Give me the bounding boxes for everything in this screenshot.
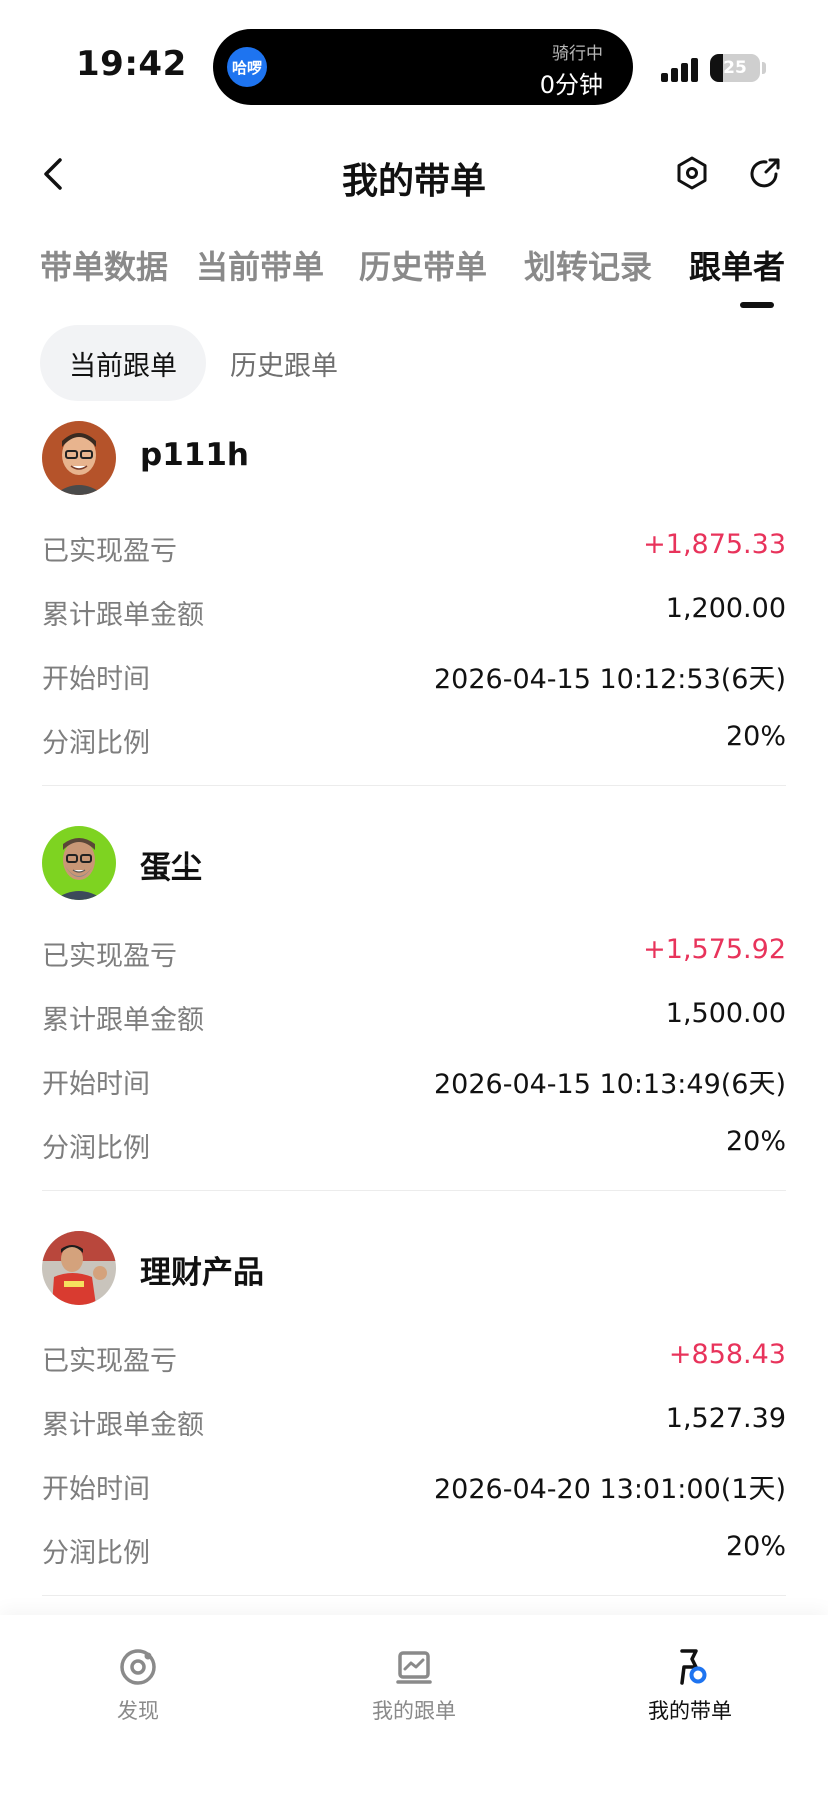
hexagon-settings-icon[interactable] [672, 152, 712, 196]
total-value: 1,500.00 [665, 998, 786, 1029]
subtab-current-follow[interactable]: 当前跟单 [40, 325, 206, 401]
total-row: 累计跟单金额 1,500.00 [42, 998, 786, 1038]
share-row: 分润比例 20% [42, 721, 786, 761]
avatar [42, 1231, 116, 1305]
pnl-label: 已实现盈亏 [42, 1346, 177, 1377]
divider [42, 1595, 786, 1596]
subtab-history-follow[interactable]: 历史跟单 [230, 325, 338, 401]
battery-icon: 25 [710, 54, 760, 82]
start-label: 开始时间 [42, 1474, 150, 1505]
total-label: 累计跟单金额 [42, 600, 204, 631]
start-label: 开始时间 [42, 1069, 150, 1100]
follower-name: 蛋尘 [140, 850, 202, 886]
share-label: 分润比例 [42, 1133, 150, 1164]
tab-followers[interactable]: 跟单者 [689, 242, 785, 288]
dynamic-island[interactable]: 哈啰 骑行中 0分钟 [213, 29, 633, 105]
battery-cap [762, 62, 766, 74]
start-row: 开始时间 2026-04-15 10:13:49(6天) [42, 1062, 786, 1102]
island-ride-status: 骑行中 [552, 44, 603, 64]
tab-history-trades[interactable]: 历史带单 [359, 242, 487, 288]
start-value: 2026-04-15 10:12:53(6天) [433, 664, 786, 695]
nav-my-lead[interactable]: 我的带单 [610, 1647, 770, 1725]
tab-current-trades[interactable]: 当前带单 [196, 242, 324, 288]
pnl-value: +1,575.92 [643, 934, 786, 965]
pnl-row: 已实现盈亏 +858.43 [42, 1339, 786, 1379]
follower-card[interactable]: 理财产品 已实现盈亏 +858.43 累计跟单金额 1,527.39 开始时间 … [42, 1231, 786, 1611]
start-value: 2026-04-20 13:01:00(1天) [433, 1474, 786, 1505]
follower-card[interactable]: 蛋尘 已实现盈亏 +1,575.92 累计跟单金额 1,500.00 开始时间 … [42, 826, 786, 1206]
status-bar: 19:42 哈啰 骑行中 0分钟 25 [0, 0, 828, 110]
share-row: 分润比例 20% [42, 1531, 786, 1571]
total-label: 累计跟单金额 [42, 1005, 204, 1036]
divider [42, 785, 786, 786]
follower-name: 理财产品 [140, 1255, 264, 1291]
active-tab-indicator [740, 302, 774, 308]
battery-level: 25 [723, 58, 747, 78]
total-row: 累计跟单金额 1,200.00 [42, 593, 786, 633]
pnl-label: 已实现盈亏 [42, 536, 177, 567]
total-label: 累计跟单金额 [42, 1410, 204, 1441]
nav-discover[interactable]: 发现 [58, 1647, 218, 1725]
share-value: 20% [725, 1126, 786, 1157]
share-arrow-icon[interactable] [746, 152, 786, 196]
avatar [42, 421, 116, 495]
pnl-row: 已实现盈亏 +1,875.33 [42, 529, 786, 569]
start-row: 开始时间 2026-04-15 10:12:53(6天) [42, 657, 786, 697]
flag-badge-icon [670, 1647, 710, 1687]
start-label: 开始时间 [42, 664, 150, 695]
start-value: 2026-04-15 10:13:49(6天) [433, 1069, 786, 1100]
tab-bar: 带单数据 当前带单 历史带单 划转记录 跟单者 [0, 230, 828, 310]
nav-discover-label: 发现 [117, 1699, 159, 1723]
pnl-label: 已实现盈亏 [42, 941, 177, 972]
hellobike-app-icon: 哈啰 [227, 47, 267, 87]
signal-icon [661, 56, 701, 82]
nav-my-follow[interactable]: 我的跟单 [334, 1647, 494, 1725]
pnl-row: 已实现盈亏 +1,575.92 [42, 934, 786, 974]
follower-card[interactable]: p111h 已实现盈亏 +1,875.33 累计跟单金额 1,200.00 开始… [42, 421, 786, 801]
share-value: 20% [725, 1531, 786, 1562]
discover-icon [118, 1647, 158, 1687]
total-value: 1,527.39 [665, 1403, 786, 1434]
share-label: 分润比例 [42, 728, 150, 759]
tab-copy-trade-data[interactable]: 带单数据 [40, 242, 168, 288]
tab-transfer-records[interactable]: 划转记录 [524, 242, 652, 288]
bottom-nav: 发现 我的跟单 我的带单 [0, 1615, 828, 1801]
nav-header: 我的带单 [0, 130, 828, 220]
pnl-value: +858.43 [668, 1339, 786, 1370]
nav-my-follow-label: 我的跟单 [372, 1699, 456, 1723]
avatar [42, 826, 116, 900]
divider [42, 1190, 786, 1191]
status-time: 19:42 [76, 44, 187, 84]
pnl-value: +1,875.33 [643, 529, 786, 560]
island-ride-duration: 0分钟 [539, 71, 603, 99]
share-value: 20% [725, 721, 786, 752]
total-row: 累计跟单金额 1,527.39 [42, 1403, 786, 1443]
share-label: 分润比例 [42, 1538, 150, 1569]
share-row: 分润比例 20% [42, 1126, 786, 1166]
chart-board-icon [394, 1647, 434, 1687]
total-value: 1,200.00 [665, 593, 786, 624]
follower-name: p111h [140, 437, 249, 473]
start-row: 开始时间 2026-04-20 13:01:00(1天) [42, 1467, 786, 1507]
nav-my-lead-label: 我的带单 [648, 1699, 732, 1723]
